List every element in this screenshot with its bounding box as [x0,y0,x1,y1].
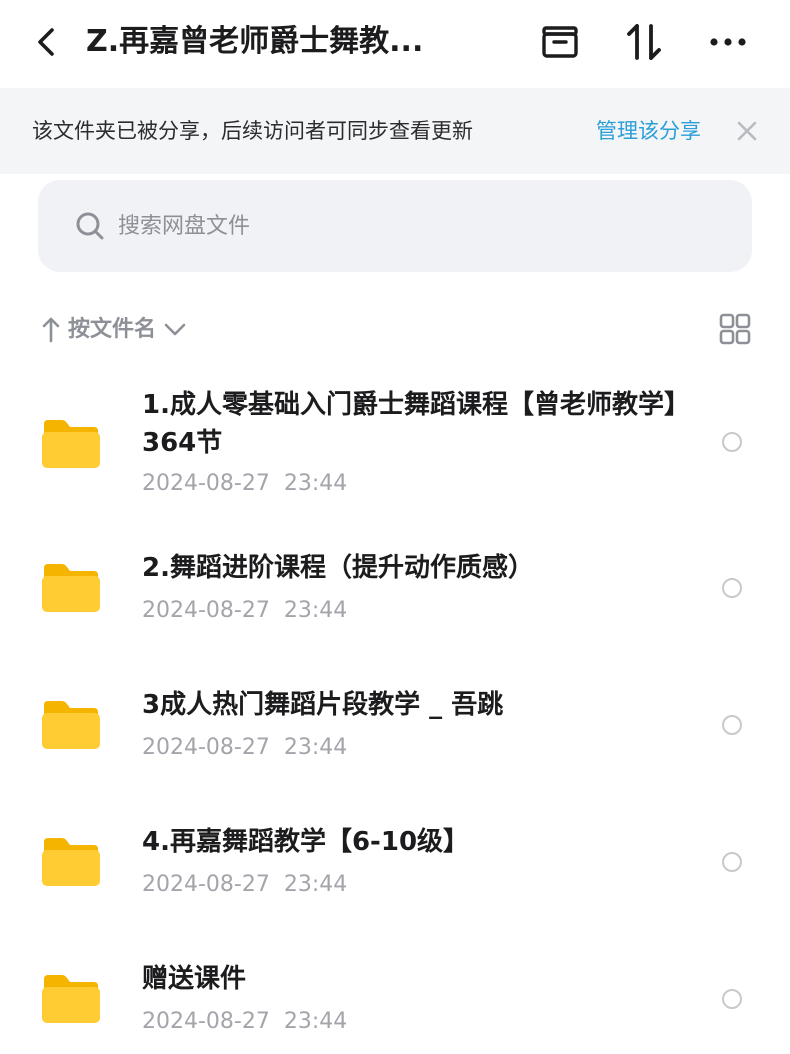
file-name: 2.舞蹈进阶课程（提升动作质感） [142,553,534,583]
grid-view-icon[interactable] [718,312,752,346]
file-name: 4.再嘉舞蹈教学【6-10级】 [142,827,470,857]
list-item[interactable]: 2.舞蹈进阶课程（提升动作质感） 2024-08-27 23:44 [0,540,790,640]
select-checkbox[interactable] [722,852,742,872]
more-dots-icon[interactable] [704,20,752,64]
file-date: 2024-08-27 23:44 [142,471,348,496]
file-date: 2024-08-27 23:44 [142,872,348,897]
select-checkbox[interactable] [722,989,742,1009]
list-item[interactable]: 3成人热门舞蹈片段教学 _ 吾跳 2024-08-27 23:44 [0,677,790,777]
folder-icon [42,975,100,1023]
select-checkbox[interactable] [722,715,742,735]
sort-updown-icon[interactable] [620,20,668,64]
list-item[interactable]: 1.成人零基础入门爵士舞蹈课程【曾老师教学】364节 2024-08-27 23… [0,372,790,512]
file-date: 2024-08-27 23:44 [142,1009,348,1034]
file-name: 3成人热门舞蹈片段教学 _ 吾跳 [142,690,504,720]
list-item[interactable]: 4.再嘉舞蹈教学【6-10级】 2024-08-27 23:44 [0,814,790,914]
manage-share-link[interactable]: 管理该分享 [596,116,701,146]
share-notice-text: 该文件夹已被分享，后续访问者可同步查看更新 [32,119,473,143]
page-title: Z.再嘉曾老师爵士舞教... [86,24,424,59]
share-notice-banner: 该文件夹已被分享，后续访问者可同步查看更新 管理该分享 [0,88,790,174]
sort-selector[interactable]: 按文件名 [40,308,188,352]
search-input[interactable] [118,206,698,246]
file-name: 1.成人零基础入门爵士舞蹈课程【曾老师教学】364节 [142,390,690,458]
search-bar[interactable] [38,180,752,272]
file-name: 赠送课件 [142,964,247,994]
chevron-down-icon [164,323,186,336]
chevron-left-icon[interactable] [30,22,66,62]
file-date: 2024-08-27 23:44 [142,598,348,623]
folder-icon [42,838,100,886]
list-item[interactable]: 赠送课件 2024-08-27 23:44 [0,951,790,1051]
search-icon [76,212,104,240]
select-checkbox[interactable] [722,578,742,598]
arrow-up-icon [42,317,60,343]
folder-icon [42,564,100,612]
sort-label: 按文件名 [68,317,157,342]
top-nav-bar: Z.再嘉曾老师爵士舞教... [0,0,790,88]
folder-icon [42,701,100,749]
select-checkbox[interactable] [722,432,742,452]
close-icon[interactable] [734,118,760,144]
archive-box-icon[interactable] [536,20,584,64]
folder-icon [42,420,100,468]
file-date: 2024-08-27 23:44 [142,735,348,760]
